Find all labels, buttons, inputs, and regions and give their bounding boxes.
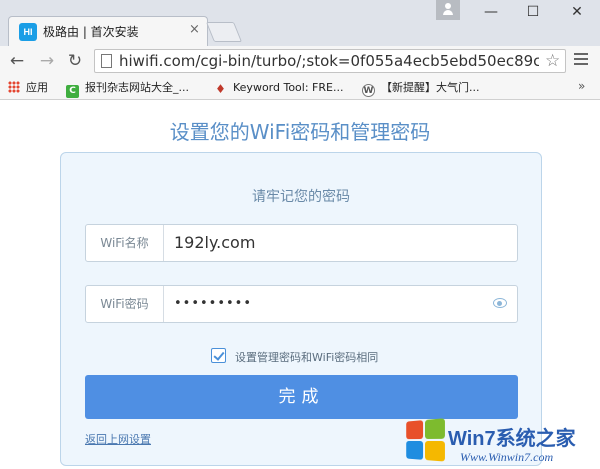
bookmark-item[interactable]: ♦ Keyword Tool: FRE... <box>214 79 343 97</box>
tab-close-icon[interactable]: × <box>189 22 200 37</box>
reload-button[interactable]: ↻ <box>64 50 86 72</box>
wifi-name-field[interactable]: WiFi名称 192ly.com <box>85 224 518 262</box>
user-icon <box>443 3 453 15</box>
new-tab-button[interactable] <box>205 22 243 42</box>
wifi-password-input[interactable]: ••••••••• <box>174 286 252 322</box>
back-to-network-settings-link[interactable]: 返回上网设置 <box>85 431 151 447</box>
hiwifi-favicon-icon: HI <box>19 23 37 41</box>
c-favicon-icon: C <box>66 85 79 98</box>
wordpress-favicon-icon: W <box>362 84 375 97</box>
address-bar[interactable]: hiwifi.com/cgi-bin/turbo/;stok=0f055a4ec… <box>94 49 566 73</box>
forward-button[interactable]: → <box>36 50 58 72</box>
finish-button[interactable]: 完成 <box>85 375 518 419</box>
bookmark-label: 报刊杂志网站大全_... <box>85 81 189 94</box>
wifi-password-label: WiFi密码 <box>86 286 164 322</box>
tab-title: 极路由 | 首次安装 <box>43 25 139 39</box>
page-icon <box>101 54 112 68</box>
page-title: 设置您的WiFi密码和管理密码 <box>169 120 431 144</box>
flame-favicon-icon: ♦ <box>215 82 226 96</box>
back-button[interactable]: ← <box>6 50 28 72</box>
wifi-name-input[interactable]: 192ly.com <box>174 225 255 261</box>
wifi-name-label: WiFi名称 <box>86 225 164 261</box>
title-bar: HI 极路由 | 首次安装 × — ☐ ✕ <box>0 0 600 46</box>
bookmark-item[interactable]: C 报刊杂志网站大全_... <box>66 79 189 98</box>
watermark-brand: Win7系统之家 <box>448 428 576 450</box>
bookmark-item[interactable]: W 【新提醒】大气门... <box>362 79 480 97</box>
browser-tab[interactable]: HI 极路由 | 首次安装 × <box>8 16 208 46</box>
card-subtitle: 请牢记您的密码 <box>252 189 350 205</box>
profile-button[interactable] <box>436 0 460 20</box>
bookmark-apps[interactable]: 应用 <box>8 79 48 97</box>
minimize-button[interactable]: — <box>476 2 506 22</box>
bookmarks-bar: 应用 C 报刊杂志网站大全_... ♦ Keyword Tool: FRE... W… <box>0 76 600 100</box>
windows-logo-icon <box>406 418 447 464</box>
close-window-button[interactable]: ✕ <box>562 2 592 22</box>
browser-menu-icon[interactable] <box>574 53 588 67</box>
bookmark-star-icon[interactable]: ☆ <box>545 51 560 71</box>
browser-toolbar: ← → ↻ hiwifi.com/cgi-bin/turbo/;stok=0f0… <box>0 46 600 76</box>
bookmark-label: 【新提醒】大气门... <box>381 81 480 94</box>
show-password-eye-icon[interactable] <box>493 298 507 308</box>
same-password-checkbox[interactable] <box>211 348 226 363</box>
bookmark-label: 应用 <box>26 81 48 94</box>
bookmarks-more-icon[interactable]: » <box>578 79 585 93</box>
bookmark-label: Keyword Tool: FRE... <box>233 81 344 94</box>
wifi-password-field[interactable]: WiFi密码 ••••••••• <box>85 285 518 323</box>
maximize-button[interactable]: ☐ <box>518 2 548 22</box>
url-text[interactable]: hiwifi.com/cgi-bin/turbo/;stok=0f055a4ec… <box>119 52 539 70</box>
apps-grid-icon <box>8 81 20 93</box>
same-password-label: 设置管理密码和WiFi密码相同 <box>235 351 379 364</box>
watermark: Win7系统之家 Www.Winwin7.com <box>404 416 598 468</box>
watermark-url: Www.Winwin7.com <box>460 450 554 464</box>
